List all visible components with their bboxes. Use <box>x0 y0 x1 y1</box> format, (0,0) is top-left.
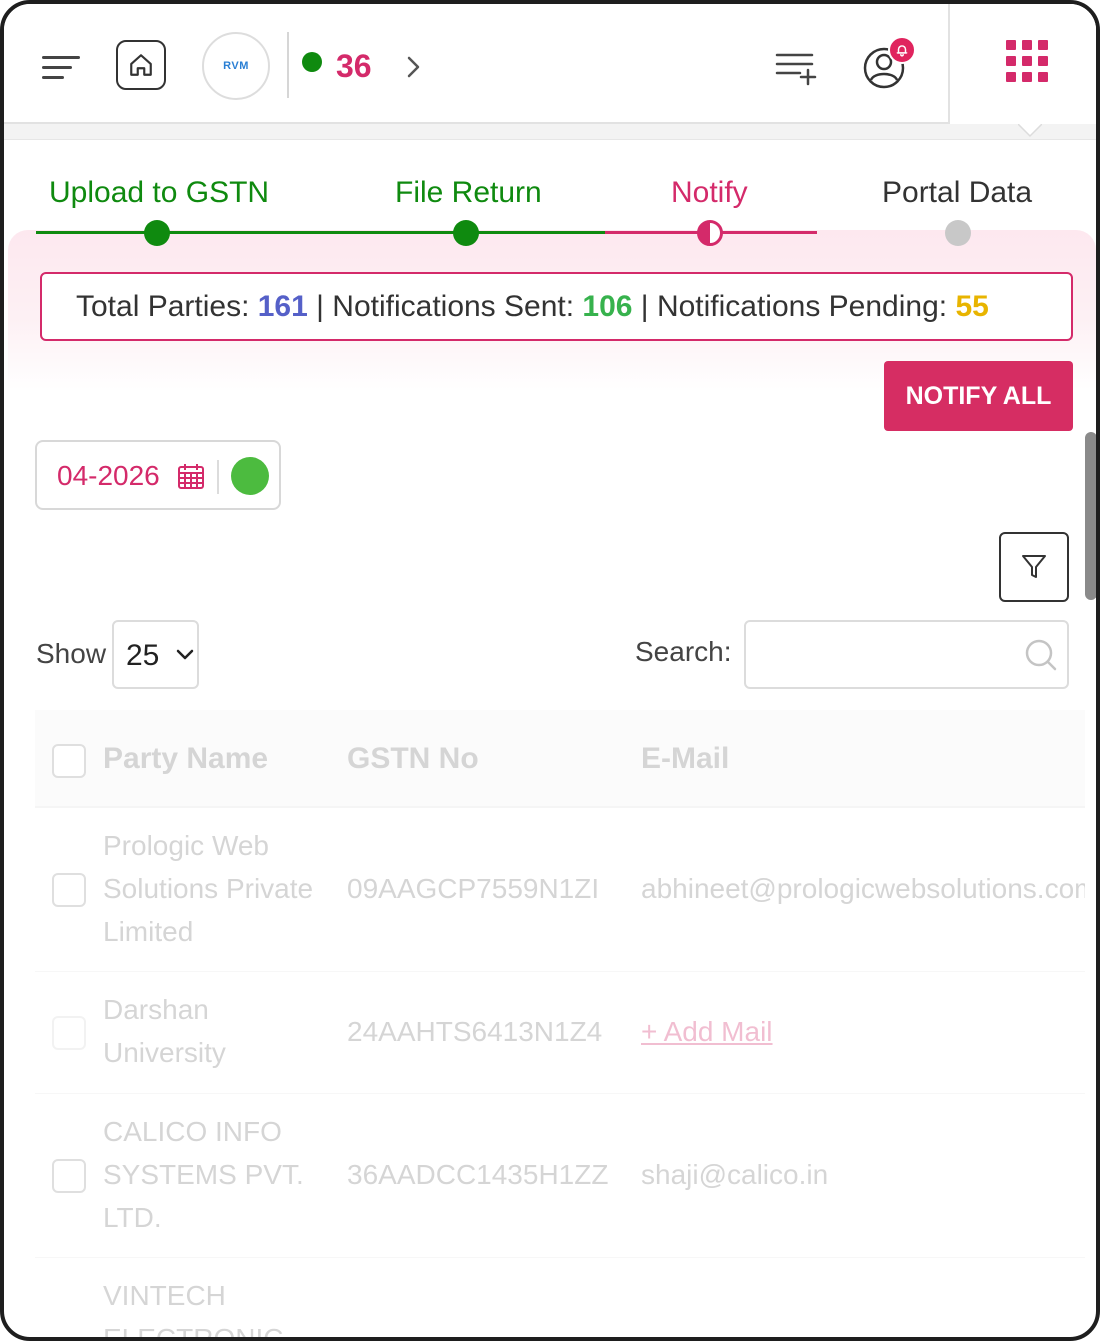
calendar-icon[interactable] <box>177 462 205 490</box>
column-gstn-no[interactable]: GSTN No <box>347 742 479 776</box>
row-checkbox[interactable] <box>52 1016 86 1050</box>
total-parties-label: Total Parties: <box>76 289 258 323</box>
table-row[interactable]: Prologic Web Solutions Private Limited 0… <box>35 810 1085 972</box>
table-row[interactable]: CALICO INFO SYSTEMS PVT. LTD. 36AADCC143… <box>35 1094 1085 1258</box>
email-cell: abhineet@prologicwebsolutions.com <box>641 873 1085 904</box>
notifications-pending-label: Notifications Pending: <box>656 289 956 323</box>
chevron-right-icon[interactable] <box>404 54 424 80</box>
party-name-cell: Darshan University <box>103 994 226 1068</box>
page-scrollbar[interactable] <box>1085 432 1096 600</box>
notification-summary: Total Parties: 161 | Notifications Sent:… <box>40 272 1073 341</box>
home-button[interactable] <box>116 40 166 90</box>
list-add-icon[interactable] <box>774 50 820 86</box>
page-size-select[interactable]: 25 <box>112 620 199 689</box>
search-icon[interactable] <box>1024 638 1058 672</box>
step-upload-to-gstn[interactable]: Upload to GSTN <box>49 176 269 210</box>
step-portal-data[interactable]: Portal Data <box>882 176 1032 210</box>
hamburger-icon[interactable] <box>42 52 82 82</box>
row-checkbox[interactable] <box>52 873 86 907</box>
party-name-cell: Prologic Web Solutions Private Limited <box>103 830 314 947</box>
app-frame: RVM 36 Upload to GSTN File Return Notify… <box>0 0 1100 1341</box>
add-mail-link[interactable]: + Add Mail <box>641 1010 773 1053</box>
bell-icon <box>896 45 908 57</box>
table-row[interactable]: VINTECH ELECTRONIC <box>35 1258 1085 1341</box>
online-status-dot <box>302 52 322 72</box>
gstn-cell: 09AAGCP7559N1ZI <box>347 873 600 904</box>
total-parties-value: 161 <box>257 289 308 323</box>
search-input[interactable] <box>744 620 1069 689</box>
notifications-sent-value: 106 <box>582 289 633 323</box>
table-row[interactable]: Darshan University 24AAHTS6413N1Z4 + Add… <box>35 972 1085 1094</box>
header-count[interactable]: 36 <box>336 48 372 85</box>
step-file-return[interactable]: File Return <box>395 176 542 210</box>
period-status-dot <box>231 457 269 495</box>
notifications-pending-value: 55 <box>955 289 989 323</box>
summary-separator: | <box>632 289 657 323</box>
page-size-value: 25 <box>126 639 160 672</box>
show-entries-label: Show <box>36 638 107 669</box>
gstn-cell: 24AAHTS6413N1Z4 <box>347 1016 603 1047</box>
step-node-notify <box>697 220 723 246</box>
top-header: RVM 36 <box>4 4 1096 126</box>
home-icon <box>130 54 152 76</box>
apps-menu[interactable] <box>948 4 1096 126</box>
parties-table: Party Name GSTN No E-Mail Prologic Web S… <box>35 710 1085 1341</box>
period-picker[interactable]: 04-2026 <box>35 440 281 510</box>
column-email[interactable]: E-Mail <box>641 742 729 776</box>
company-logo[interactable]: RVM <box>202 32 270 100</box>
column-party-name[interactable]: Party Name <box>103 742 268 776</box>
period-value[interactable]: 04-2026 <box>57 460 160 492</box>
logo-text: RVM <box>223 60 249 72</box>
chevron-down-icon <box>176 649 194 660</box>
email-cell: shaji@calico.in <box>641 1159 829 1190</box>
party-name-cell: VINTECH ELECTRONIC <box>103 1280 284 1341</box>
gstn-cell: 36AADCC1435H1ZZ <box>347 1159 609 1190</box>
step-node-file-return <box>453 220 479 246</box>
filter-button[interactable] <box>999 532 1069 602</box>
header-subbar <box>4 124 1096 140</box>
step-notify[interactable]: Notify <box>671 176 748 210</box>
period-divider <box>217 460 219 494</box>
search-label: Search: <box>635 636 732 667</box>
workflow-stepper: Upload to GSTN File Return Notify Portal… <box>4 140 1096 250</box>
header-divider <box>287 32 289 98</box>
step-node-upload <box>144 220 170 246</box>
apps-grid-icon <box>1006 40 1048 82</box>
party-name-cell: CALICO INFO SYSTEMS PVT. LTD. <box>103 1116 304 1233</box>
notify-all-button[interactable]: NOTIFY ALL <box>884 361 1073 431</box>
summary-separator: | <box>307 289 333 323</box>
notifications-sent-label: Notifications Sent: <box>332 289 583 323</box>
row-checkbox[interactable] <box>52 1159 86 1193</box>
step-node-portal-data <box>945 220 971 246</box>
stepper-track-done <box>36 231 605 234</box>
apps-panel-notch <box>1018 124 1042 138</box>
filter-icon <box>1022 555 1046 578</box>
select-all-checkbox[interactable] <box>52 744 86 778</box>
table-header: Party Name GSTN No E-Mail <box>35 710 1085 808</box>
notification-badge[interactable] <box>888 36 916 64</box>
